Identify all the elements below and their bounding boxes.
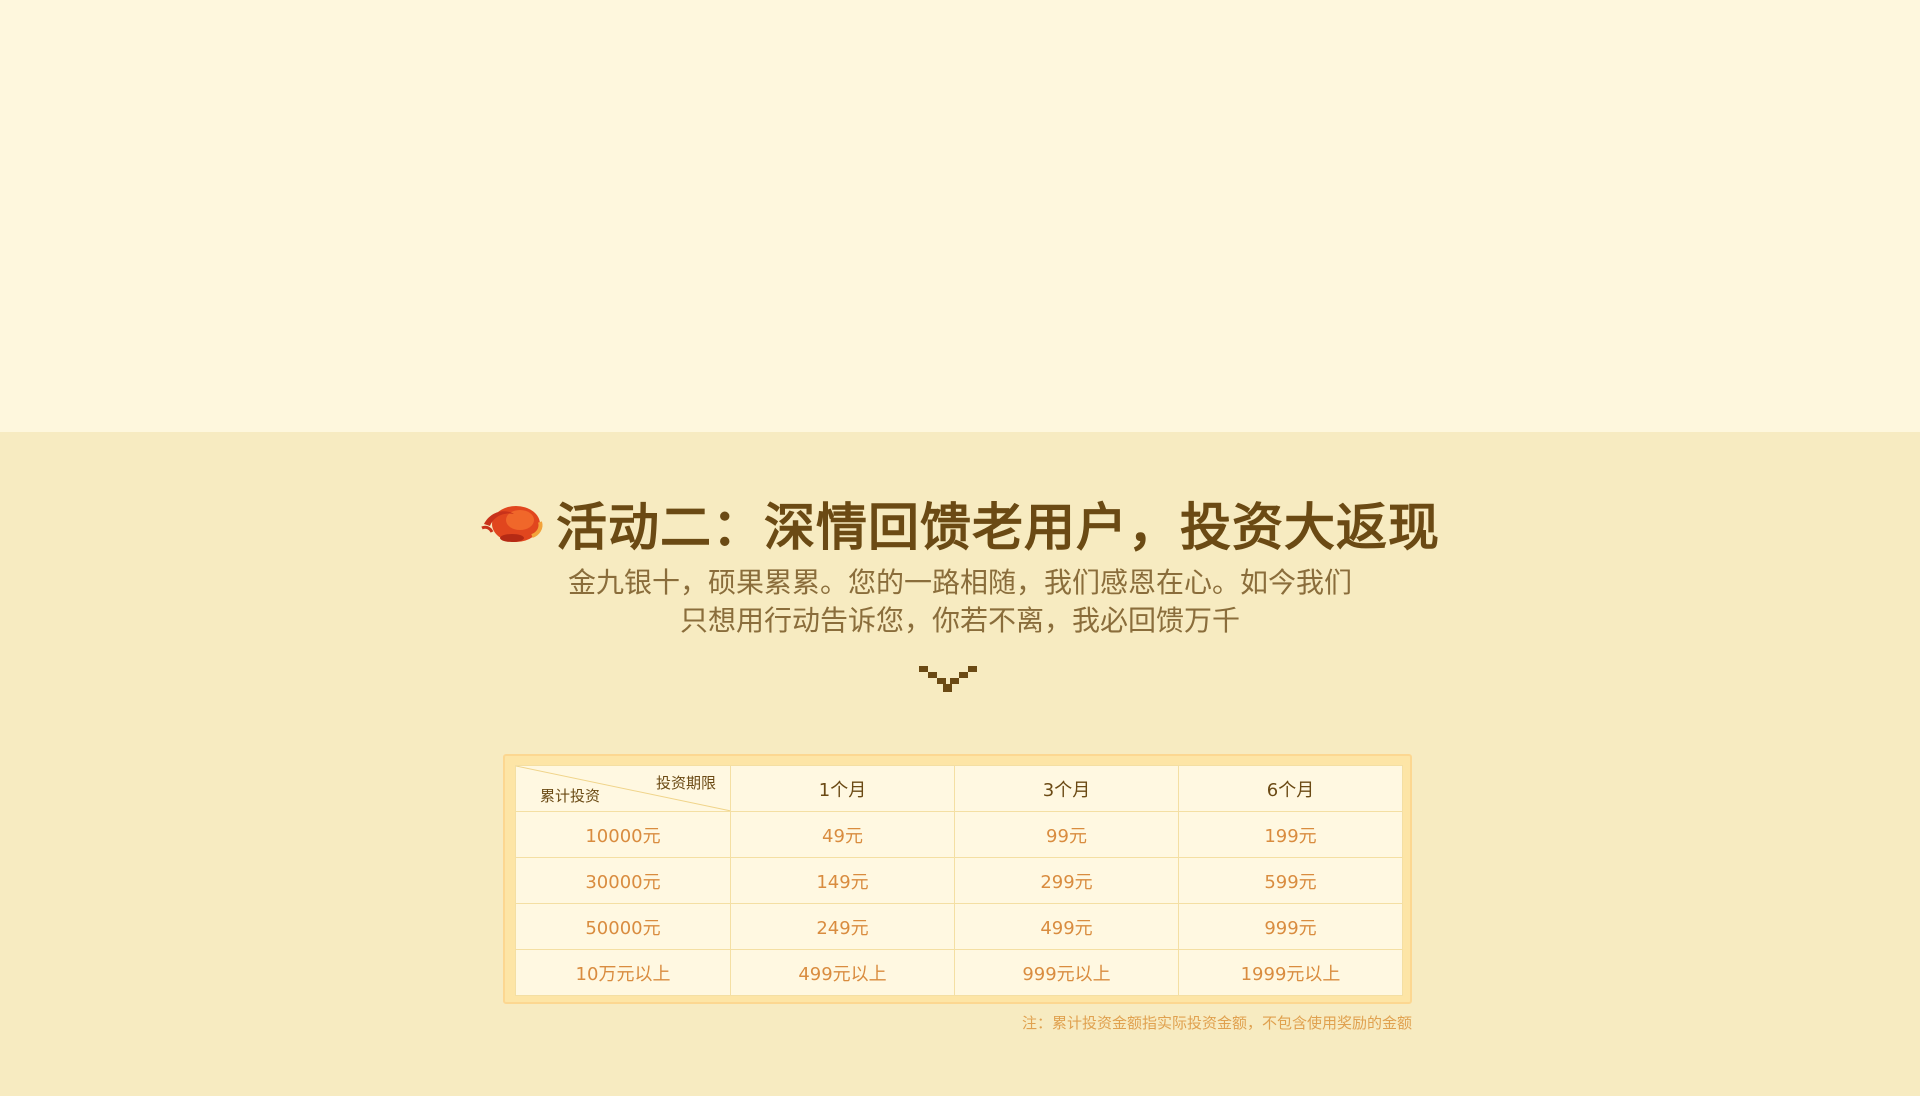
row-amount-cell: 50000元 (515, 903, 731, 950)
activity-title: 活动二：深情回馈老用户，投资大返现 (555, 499, 1440, 558)
rebate-cell: 299元 (954, 857, 1179, 904)
rebate-cell: 999元 (1178, 903, 1403, 950)
row-amount-cell: 30000元 (515, 857, 731, 904)
row-amount-cell: 10万元以上 (515, 949, 731, 996)
description-line-1: 金九银十，硕果累累。您的一路相随，我们感恩在心。如今我们 (567, 566, 1352, 599)
rebate-cell: 49元 (730, 811, 955, 858)
table-row: 10万元以上 499元以上 999元以上 1999元以上 (515, 949, 1403, 996)
rebate-cell: 1999元以上 (1178, 949, 1403, 996)
top-banner-area (0, 0, 1920, 432)
row-amount-cell: 10000元 (515, 811, 731, 858)
rebate-cell: 249元 (730, 903, 955, 950)
pixel-chevron-down-icon (919, 666, 977, 692)
red-lucky-cloud-icon (481, 506, 543, 542)
table-row: 30000元 149元 299元 599元 (515, 857, 1403, 904)
rebate-table: 投资期限 累计投资 1个月 3个月 6个月 10000元 49元 99元 199… (515, 765, 1403, 996)
column-header: 1个月 (730, 765, 955, 812)
rebate-cell: 499元 (954, 903, 1179, 950)
activity-description: 金九银十，硕果累累。您的一路相随，我们感恩在心。如今我们 只想用行动告诉您，你若… (0, 564, 1920, 640)
table-row: 50000元 249元 499元 999元 (515, 903, 1403, 950)
column-header: 6个月 (1178, 765, 1403, 812)
description-line-2: 只想用行动告诉您，你若不离，我必回馈万千 (679, 604, 1240, 637)
rebate-cell: 599元 (1178, 857, 1403, 904)
rebate-cell: 149元 (730, 857, 955, 904)
column-header: 3个月 (954, 765, 1179, 812)
column-axis-label: 投资期限 (655, 774, 716, 792)
rebate-table-frame: 投资期限 累计投资 1个月 3个月 6个月 10000元 49元 99元 199… (503, 754, 1412, 1004)
rebate-cell: 199元 (1178, 811, 1403, 858)
table-footnote: 注：累计投资金额指实际投资金额，不包含使用奖励的金额 (1021, 1014, 1412, 1032)
table-header-row: 投资期限 累计投资 1个月 3个月 6个月 (515, 765, 1403, 812)
activity-title-row: 活动二：深情回馈老用户，投资大返现 (0, 488, 1920, 558)
rebate-cell: 99元 (954, 811, 1179, 858)
row-axis-label: 累计投资 (540, 787, 601, 805)
rebate-cell: 999元以上 (954, 949, 1179, 996)
table-row: 10000元 49元 99元 199元 (515, 811, 1403, 858)
rebate-cell: 499元以上 (730, 949, 955, 996)
table-corner-cell: 投资期限 累计投资 (515, 765, 731, 812)
